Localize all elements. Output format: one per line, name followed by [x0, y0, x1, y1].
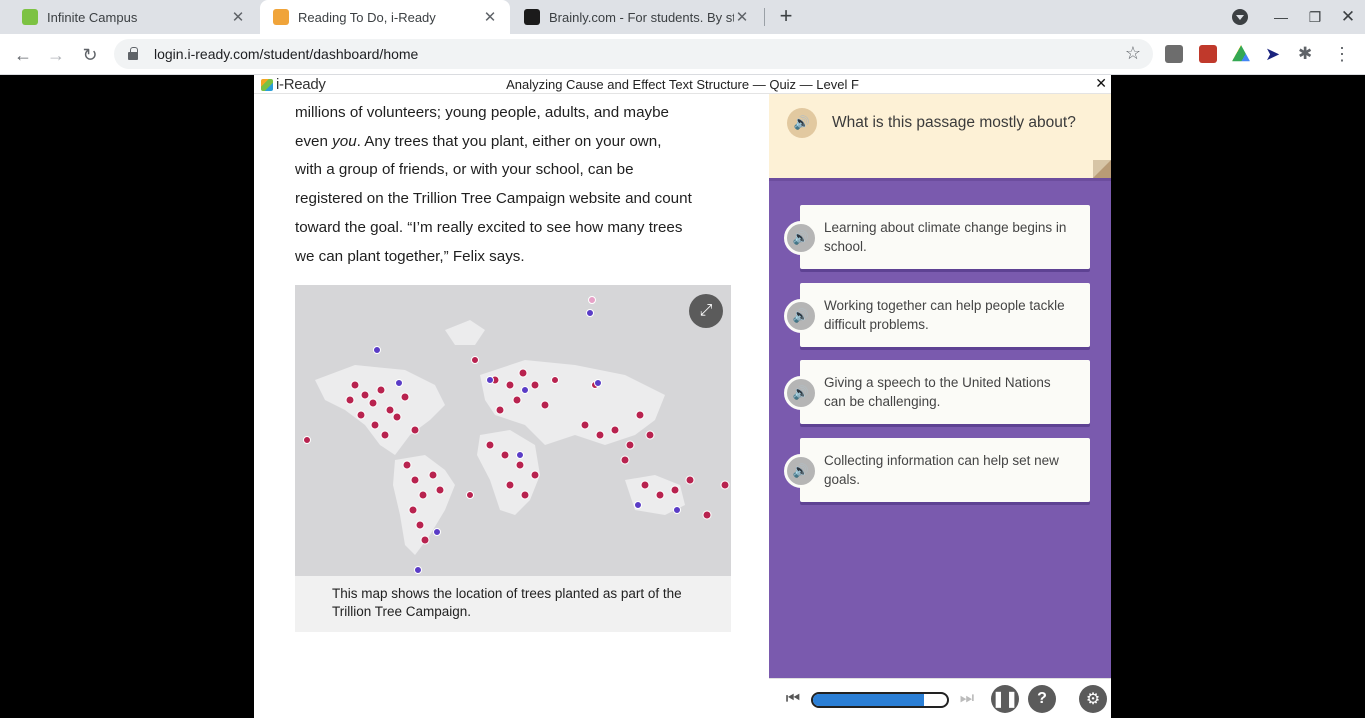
- restore-window-icon[interactable]: ❐: [1298, 0, 1332, 34]
- passage-line: toward the goal. “I’m really excited to …: [295, 218, 683, 236]
- question-panel: 🔊 What is this passage mostly about? 🔊 L…: [769, 94, 1111, 678]
- passage-text: even: [295, 132, 333, 150]
- question-text: What is this passage mostly about?: [832, 114, 1076, 131]
- quiz-title: Analyzing Cause and Effect Text Structur…: [506, 77, 859, 92]
- passage-line: even you. Any trees that you plant, eith…: [295, 128, 735, 157]
- extension-cursor-icon[interactable]: ➤: [1265, 45, 1283, 63]
- lesson-header: i-Ready Analyzing Cause and Effect Text …: [254, 75, 1111, 94]
- lock-icon[interactable]: [128, 47, 138, 60]
- reload-icon[interactable]: ↻: [77, 42, 103, 68]
- tab-divider: [764, 8, 765, 26]
- extension-book-icon[interactable]: [1199, 45, 1217, 63]
- brainly-favicon-icon: [524, 9, 540, 25]
- browser-toolbar: ← → ↻ login.i-ready.com/student/dashboar…: [0, 34, 1365, 75]
- tab-brainly[interactable]: Brainly.com - For students. By stu ✕: [512, 0, 762, 34]
- new-tab-plus-icon[interactable]: +: [775, 5, 797, 27]
- answer-option-3[interactable]: 🔊 Giving a speech to the United Nations …: [784, 360, 1090, 424]
- progress-fill: [813, 694, 925, 706]
- question-header: 🔊 What is this passage mostly about?: [769, 94, 1111, 178]
- lesson-controls: ⏮ ⏭ ❚❚ ? ⚙: [769, 678, 1111, 718]
- skip-forward-icon[interactable]: ⏭: [955, 687, 979, 711]
- close-tab-icon[interactable]: ✕: [230, 8, 246, 26]
- expand-map-icon[interactable]: ⤢: [689, 294, 723, 328]
- close-tab-icon[interactable]: ✕: [482, 8, 498, 26]
- browser-tab-strip: Infinite Campus ✕ Reading To Do, i-Ready…: [0, 0, 1365, 34]
- minimize-icon[interactable]: —: [1264, 0, 1298, 34]
- tab-iready[interactable]: Reading To Do, i-Ready ✕: [260, 0, 510, 34]
- passage-text: . Any trees that you plant, either on yo…: [356, 132, 662, 150]
- lesson-progress-bar: [811, 692, 949, 708]
- forward-arrow-icon[interactable]: →: [43, 42, 69, 68]
- answer-text[interactable]: Giving a speech to the United Nations ca…: [824, 373, 1074, 411]
- page-fold-decoration: [1093, 160, 1111, 178]
- world-map-icon: [303, 296, 730, 574]
- answer-option-1[interactable]: 🔊 Learning about climate change begins i…: [784, 205, 1090, 269]
- help-icon[interactable]: ?: [1028, 685, 1056, 713]
- tab-search-dropdown-icon[interactable]: [1232, 9, 1248, 25]
- map-caption: This map shows the location of trees pla…: [332, 586, 682, 619]
- address-bar[interactable]: login.i-ready.com/student/dashboard/home…: [114, 39, 1153, 69]
- map-figure: ⤢ This map shows the location of trees p…: [295, 285, 731, 632]
- read-question-speaker-icon[interactable]: 🔊: [787, 108, 817, 138]
- read-answer-speaker-icon[interactable]: 🔊: [784, 221, 818, 255]
- close-window-icon[interactable]: ✕: [1331, 0, 1365, 34]
- tree-map-image: ⤢: [295, 285, 731, 576]
- answer-text[interactable]: Collecting information can help set new …: [824, 451, 1074, 489]
- close-tab-icon[interactable]: ✕: [734, 8, 750, 26]
- tab-title: Reading To Do, i-Ready: [298, 9, 436, 25]
- read-answer-speaker-icon[interactable]: 🔊: [784, 376, 818, 410]
- google-drive-icon[interactable]: [1232, 45, 1250, 62]
- iready-lesson: i-Ready Analyzing Cause and Effect Text …: [254, 75, 1111, 718]
- passage-line: millions of volunteers; young people, ad…: [295, 104, 670, 121]
- infinite-campus-favicon-icon: [22, 9, 38, 25]
- passage-line: we can plant together,” Felix says.: [295, 247, 525, 265]
- iready-favicon-icon: [273, 9, 289, 25]
- passage-emphasis: you: [332, 132, 357, 150]
- tab-infinite-campus[interactable]: Infinite Campus ✕: [0, 0, 258, 34]
- more-menu-icon[interactable]: ⋮: [1333, 45, 1351, 63]
- passage-line: with a group of friends, or with your sc…: [295, 161, 634, 179]
- skip-back-icon[interactable]: ⏮: [781, 687, 805, 711]
- read-answer-speaker-icon[interactable]: 🔊: [784, 454, 818, 488]
- back-arrow-icon[interactable]: ←: [10, 42, 36, 68]
- answer-text[interactable]: Learning about climate change begins in …: [824, 218, 1074, 256]
- reading-passage: millions of volunteers; young people, ad…: [295, 99, 735, 271]
- answer-text[interactable]: Working together can help people tackle …: [824, 296, 1074, 334]
- close-lesson-icon[interactable]: ✕: [1095, 75, 1107, 92]
- tab-title: Infinite Campus: [47, 9, 138, 25]
- answer-option-2[interactable]: 🔊 Working together can help people tackl…: [784, 283, 1090, 347]
- tab-title: Brainly.com - For students. By stu: [549, 9, 734, 25]
- settings-gear-icon[interactable]: ⚙: [1079, 685, 1107, 713]
- answer-option-4[interactable]: 🔊 Collecting information can help set ne…: [784, 438, 1090, 502]
- passage-line: registered on the Trillion Tree Campaign…: [295, 190, 692, 208]
- extension-screenshot-icon[interactable]: [1165, 45, 1183, 63]
- url-text[interactable]: login.i-ready.com/student/dashboard/home: [154, 46, 418, 62]
- extensions-puzzle-icon[interactable]: ✱: [1298, 45, 1316, 63]
- bookmark-star-icon[interactable]: ☆: [1125, 43, 1141, 64]
- read-answer-speaker-icon[interactable]: 🔊: [784, 299, 818, 333]
- pause-icon[interactable]: ❚❚: [991, 685, 1019, 713]
